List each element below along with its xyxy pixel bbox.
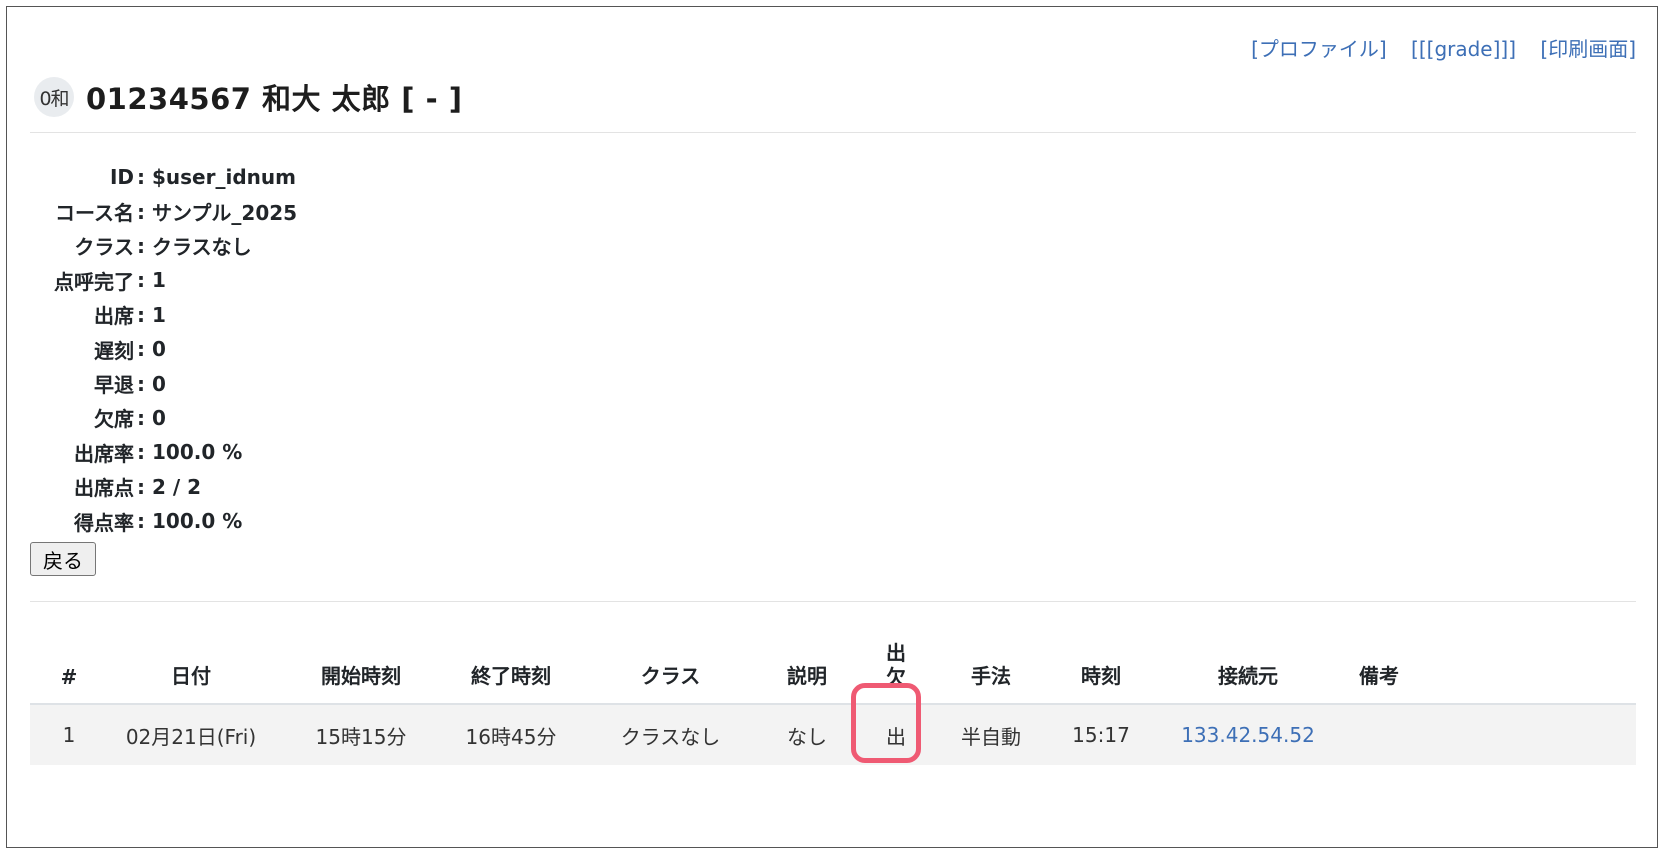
divider bbox=[30, 132, 1636, 133]
info-row-rollcall: 点呼完了:1 bbox=[30, 263, 297, 297]
header-desc: 説明 bbox=[767, 620, 847, 705]
cell-ip: 133.42.54.52 bbox=[1165, 704, 1331, 765]
cell-desc: なし bbox=[767, 704, 847, 765]
info-value: 0 bbox=[152, 405, 166, 430]
info-label: 早退 bbox=[94, 373, 134, 398]
info-value: サンプル_2025 bbox=[152, 201, 298, 226]
info-value: 2 / 2 bbox=[152, 474, 202, 499]
info-label: 遅刻 bbox=[94, 338, 134, 363]
colon: : bbox=[137, 199, 145, 224]
user-name-title: 01234567 和大 太郎 [ - ] bbox=[86, 82, 463, 116]
colon: : bbox=[137, 371, 145, 396]
info-label: クラス bbox=[74, 235, 134, 260]
ip-link[interactable]: 133.42.54.52 bbox=[1181, 723, 1315, 747]
header-num: # bbox=[30, 620, 108, 705]
colon: : bbox=[137, 165, 145, 190]
info-value: 100.0 % bbox=[152, 440, 243, 465]
cell-start: 15時15分 bbox=[274, 704, 448, 765]
cell-time: 15:17 bbox=[1037, 704, 1165, 765]
colon: : bbox=[137, 233, 145, 258]
cell-date: 02月21日(Fri) bbox=[108, 704, 274, 765]
info-label: コース名 bbox=[55, 201, 134, 226]
info-label: 欠席 bbox=[94, 407, 134, 432]
info-value: クラスなし bbox=[152, 235, 252, 260]
info-row-absent: 欠席:0 bbox=[30, 401, 297, 435]
colon: : bbox=[137, 268, 145, 293]
colon: : bbox=[137, 405, 145, 430]
header-spacer bbox=[1427, 620, 1636, 705]
header-end: 終了時刻 bbox=[448, 620, 574, 705]
cell-method: 半自動 bbox=[945, 704, 1037, 765]
cell-class: クラスなし bbox=[574, 704, 767, 765]
header-method: 手法 bbox=[945, 620, 1037, 705]
info-row-attendance-points: 出席点:2 / 2 bbox=[30, 470, 297, 504]
header-start: 開始時刻 bbox=[274, 620, 448, 705]
table-row: 1 02月21日(Fri) 15時15分 16時45分 クラスなし なし 出 半… bbox=[30, 704, 1636, 765]
colon: : bbox=[137, 474, 145, 499]
header-attendance-line1: 出 bbox=[886, 641, 906, 665]
page-title: 0和 01234567 和大 太郎 [ - ] bbox=[34, 76, 462, 118]
colon: : bbox=[137, 509, 145, 534]
cell-note bbox=[1331, 704, 1427, 765]
info-row-present: 出席:1 bbox=[30, 298, 297, 332]
info-label: 出席 bbox=[94, 304, 134, 329]
profile-link[interactable]: [プロファイル] bbox=[1251, 37, 1387, 61]
info-label: 出席率 bbox=[74, 441, 134, 466]
avatar[interactable]: 0和 bbox=[34, 77, 74, 117]
table-header-row: # 日付 開始時刻 終了時刻 クラス 説明 出欠 手法 時刻 接続元 備考 bbox=[30, 620, 1636, 705]
cell-end: 16時45分 bbox=[448, 704, 574, 765]
colon: : bbox=[137, 440, 145, 465]
info-value: 0 bbox=[152, 371, 166, 396]
info-value: 1 bbox=[152, 268, 166, 293]
header-source: 接続元 bbox=[1165, 620, 1331, 705]
cell-num: 1 bbox=[30, 704, 108, 765]
info-row-score-rate: 得点率:100.0 % bbox=[30, 504, 297, 538]
grade-link[interactable]: [[[grade]]] bbox=[1411, 37, 1516, 61]
info-row-early-leave: 早退:0 bbox=[30, 366, 297, 400]
info-value: 100.0 % bbox=[152, 509, 243, 534]
status-highlight-box bbox=[851, 683, 921, 763]
info-value: 1 bbox=[152, 302, 166, 327]
info-row-attendance-rate: 出席率:100.0 % bbox=[30, 435, 297, 469]
header-date: 日付 bbox=[108, 620, 274, 705]
top-links: [プロファイル] [[[grade]]] [印刷画面] bbox=[1233, 33, 1636, 62]
info-label: 得点率 bbox=[74, 510, 134, 535]
colon: : bbox=[137, 302, 145, 327]
info-row-id: ID: $user_idnum bbox=[30, 160, 297, 194]
info-row-course: コース名: サンプル_2025 bbox=[30, 194, 297, 228]
info-label: ID bbox=[109, 165, 134, 190]
info-value: 0 bbox=[152, 337, 166, 362]
print-link[interactable]: [印刷画面] bbox=[1540, 37, 1636, 61]
colon: : bbox=[137, 337, 145, 362]
header-note: 備考 bbox=[1331, 620, 1427, 705]
header-time: 時刻 bbox=[1037, 620, 1165, 705]
info-value: $user_idnum bbox=[152, 165, 296, 190]
attendance-table: # 日付 開始時刻 終了時刻 クラス 説明 出欠 手法 時刻 接続元 備考 1 … bbox=[30, 620, 1636, 765]
cell-spacer bbox=[1427, 704, 1636, 765]
divider bbox=[30, 601, 1636, 602]
info-row-class: クラス: クラスなし bbox=[30, 229, 297, 263]
info-label: 点呼完了 bbox=[54, 269, 134, 294]
back-button[interactable]: 戻る bbox=[30, 542, 96, 576]
info-row-late: 遅刻:0 bbox=[30, 332, 297, 366]
summary-info: ID: $user_idnum コース名: サンプル_2025 クラス: クラスなし … bbox=[30, 160, 297, 538]
header-class: クラス bbox=[574, 620, 767, 705]
info-label: 出席点 bbox=[74, 476, 134, 501]
